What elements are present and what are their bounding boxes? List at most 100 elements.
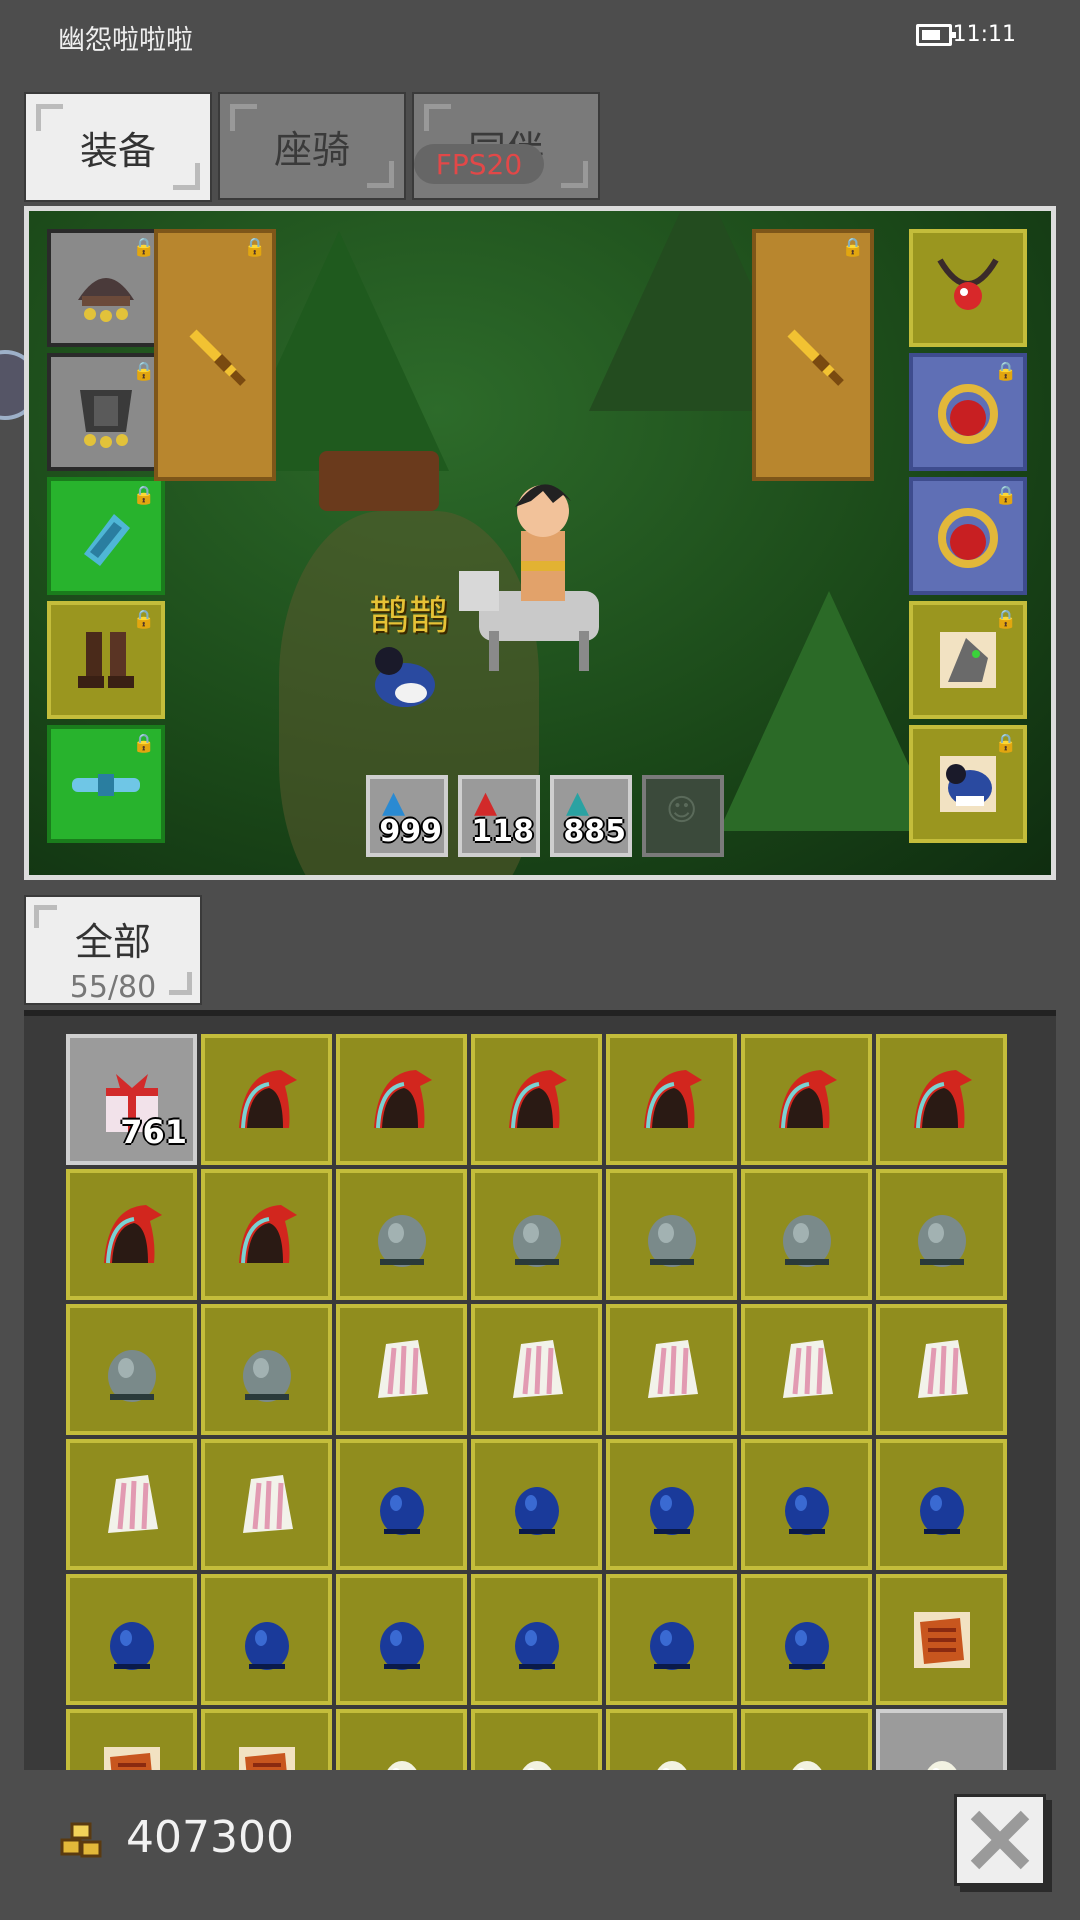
inventory-slot[interactable] [471, 1709, 602, 1770]
inventory-slot[interactable] [606, 1709, 737, 1770]
magpie-pet [375, 647, 435, 707]
quick-slot-3[interactable]: ▲ 885 [550, 775, 632, 857]
item-count: 761 [120, 1113, 187, 1151]
red-hat-icon [238, 1204, 297, 1263]
inventory-slot[interactable] [876, 1709, 1007, 1770]
inventory-slot[interactable] [336, 1439, 467, 1570]
fps-counter: FPS20 [414, 144, 544, 184]
inventory-slot[interactable] [741, 1709, 872, 1770]
inventory-slot[interactable] [66, 1709, 197, 1770]
golden-sword-icon [787, 329, 844, 386]
inventory-slot[interactable] [336, 1709, 467, 1770]
inventory-slot[interactable] [66, 1439, 197, 1570]
red-hat-icon [373, 1069, 432, 1128]
tab-equipment[interactable]: 装备 [24, 92, 212, 202]
quick-slot-1[interactable]: ▲ 999 [366, 775, 448, 857]
inventory-slot[interactable] [606, 1169, 737, 1300]
inventory-slot[interactable] [201, 1169, 332, 1300]
belt-slot[interactable]: 🔒 [47, 725, 165, 843]
inventory-slot[interactable] [471, 1034, 602, 1165]
inventory-slot[interactable] [606, 1034, 737, 1165]
golden-sword-icon [189, 329, 246, 386]
inventory-slot[interactable]: 761 [66, 1034, 197, 1165]
egg-icon [521, 1760, 552, 1770]
belt-icon [72, 774, 140, 796]
weapon-slot-right[interactable]: 🔒 [752, 229, 874, 481]
inventory-slot[interactable] [66, 1169, 197, 1300]
blue-gem-icon [649, 1621, 694, 1670]
inventory-slot[interactable] [741, 1439, 872, 1570]
inventory-slot[interactable] [606, 1304, 737, 1435]
inventory-slot[interactable] [66, 1574, 197, 1705]
inventory-slot[interactable] [201, 1439, 332, 1570]
inventory-slot[interactable] [876, 1034, 1007, 1165]
helmet-slot[interactable]: 🔒 [47, 229, 165, 347]
bracer-slot[interactable]: 🔒 [47, 477, 165, 595]
egg-icon [656, 1760, 687, 1770]
inventory-slot[interactable] [741, 1304, 872, 1435]
ring-slot-2[interactable]: 🔒 [909, 477, 1027, 595]
quick-slot-4[interactable]: ☺ [642, 775, 724, 857]
inventory-slot[interactable] [201, 1034, 332, 1165]
blue-gem-icon [919, 1486, 964, 1535]
feather-icon [917, 1339, 968, 1398]
grey-stone-icon [242, 1349, 291, 1402]
pet-icon [940, 756, 996, 812]
egg-icon [386, 1760, 417, 1770]
inventory-slot[interactable] [876, 1304, 1007, 1435]
inventory-slot[interactable] [741, 1169, 872, 1300]
inventory-slot[interactable] [876, 1439, 1007, 1570]
inventory-slot[interactable] [471, 1169, 602, 1300]
inventory-slot[interactable] [336, 1169, 467, 1300]
inventory-slot[interactable] [471, 1439, 602, 1570]
ring-icon [938, 384, 998, 444]
inventory-panel: 761 [24, 1010, 1056, 1770]
inventory-slot[interactable] [201, 1709, 332, 1770]
inventory-slot[interactable] [66, 1304, 197, 1435]
blue-gem-icon [379, 1486, 424, 1535]
ring-icon [938, 508, 998, 568]
empty-slot-icon: ☺ [666, 793, 698, 828]
lock-icon: 🔒 [132, 609, 155, 630]
red-hat-icon [103, 1204, 162, 1263]
inventory-slot[interactable] [201, 1304, 332, 1435]
lock-icon: 🔒 [994, 485, 1017, 506]
weapon-slot-left[interactable]: 🔒 [154, 229, 276, 481]
tab-label: 装备 [79, 128, 156, 173]
inventory-slot[interactable] [606, 1574, 737, 1705]
inventory-slot[interactable] [471, 1574, 602, 1705]
boots-slot[interactable]: 🔒 [47, 601, 165, 719]
corner-decoration [169, 972, 192, 995]
close-button[interactable] [954, 1794, 1046, 1886]
pet-slot[interactable]: 🔒 [909, 725, 1027, 843]
hero-on-mount [459, 484, 599, 671]
inventory-slot[interactable] [606, 1439, 737, 1570]
feather-icon [377, 1339, 428, 1398]
close-icon [970, 1810, 1030, 1870]
grey-stone-icon [377, 1214, 426, 1267]
inventory-slot[interactable] [201, 1574, 332, 1705]
blue-gem-icon [649, 1486, 694, 1535]
blue-gem-icon [784, 1486, 829, 1535]
blue-gem-icon [514, 1486, 559, 1535]
inventory-slot[interactable] [336, 1034, 467, 1165]
armor-slot[interactable]: 🔒 [47, 353, 165, 471]
item-count: 885 [563, 814, 626, 849]
corner-decoration [36, 104, 63, 131]
inventory-slot[interactable] [336, 1304, 467, 1435]
inventory-slot[interactable] [741, 1034, 872, 1165]
corner-decoration [561, 161, 588, 188]
inventory-slot[interactable] [876, 1574, 1007, 1705]
ring-slot-1[interactable]: 🔒 [909, 353, 1027, 471]
inventory-slot[interactable] [471, 1304, 602, 1435]
tab-mount[interactable]: 座骑 [218, 92, 406, 200]
inventory-slot[interactable] [336, 1574, 467, 1705]
inventory-slot[interactable] [876, 1169, 1007, 1300]
necklace-slot[interactable] [909, 229, 1027, 347]
quick-slot-2[interactable]: ▲ 118 [458, 775, 540, 857]
mount-slot[interactable]: 🔒 [909, 601, 1027, 719]
lock-icon: 🔒 [841, 237, 864, 258]
filter-tab-all[interactable]: 全部 55/80 [24, 895, 202, 1005]
lock-icon: 🔒 [132, 361, 155, 382]
inventory-slot[interactable] [741, 1574, 872, 1705]
